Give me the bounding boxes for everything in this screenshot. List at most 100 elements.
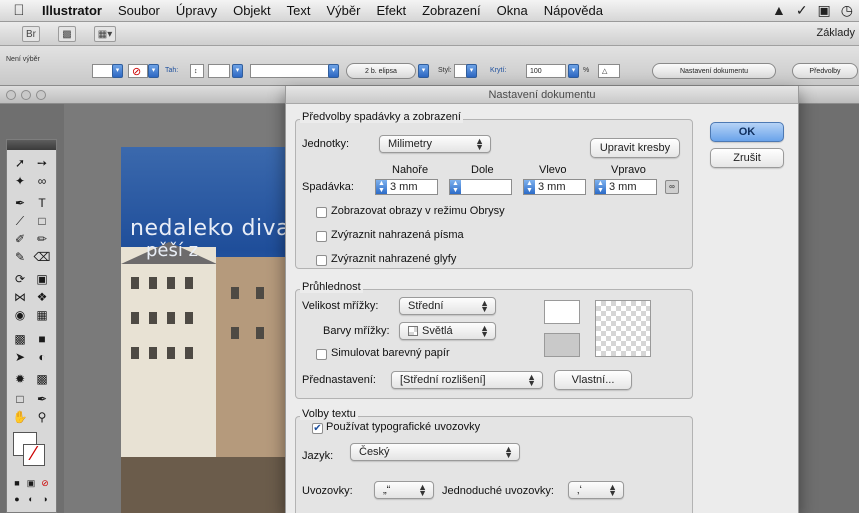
magic-wand-tool-icon[interactable]: ✦ [10, 172, 30, 190]
brush-definition[interactable]: 2 b. elipsa [346, 63, 416, 79]
bridge-icon[interactable]: Br [22, 26, 40, 42]
artboard-text-line2[interactable]: pěší z [146, 240, 198, 261]
stroke-weight-stepper[interactable]: ↕ [190, 64, 204, 78]
grid-size-select[interactable]: Střední ▲ ▼ [399, 297, 496, 315]
time-machine-icon[interactable]: ◷ [841, 2, 853, 19]
lasso-tool-icon[interactable]: ∞ [32, 172, 52, 190]
eyedropper-tool-icon[interactable]: ➤ [10, 348, 30, 366]
variable-width-dropdown-icon[interactable]: ▾ [328, 64, 339, 78]
grid-color-light-swatch[interactable] [544, 300, 580, 324]
blend-tool-icon[interactable]: ◐ [32, 348, 52, 366]
slice-tool-icon[interactable]: ✒ [32, 390, 52, 408]
menu-vyber[interactable]: Výběr [319, 3, 369, 18]
gradient-tool-icon[interactable]: ■ [32, 330, 52, 348]
outline-images-checkbox[interactable] [316, 207, 327, 218]
mesh-tool-icon[interactable]: ▩ [10, 330, 30, 348]
workspace-switcher[interactable]: Základy [816, 27, 855, 39]
stroke-color-swatch[interactable]: ⁄ [23, 444, 45, 466]
highlight-fonts-checkbox[interactable] [316, 231, 327, 242]
tools-panel-header[interactable] [7, 140, 56, 150]
stroke-none-icon[interactable]: ⊘ [128, 64, 148, 78]
menu-efekt[interactable]: Efekt [368, 3, 414, 18]
eraser-tool-icon[interactable]: ⌫ [32, 248, 52, 266]
artboard-image[interactable] [121, 147, 296, 513]
direct-selection-tool-icon[interactable]: ➙ [32, 154, 52, 172]
double-quotes-select[interactable]: „“ ▲ ▼ [374, 481, 434, 499]
close-window-icon[interactable] [6, 90, 16, 100]
shape-builder-tool-icon[interactable]: ◉ [10, 306, 30, 324]
scale-tool-icon[interactable]: ▣ [32, 270, 52, 288]
typographic-quotes-checkbox[interactable]: ✔ [312, 423, 323, 434]
menu-objekt[interactable]: Objekt [225, 3, 279, 18]
grid-colors-select[interactable]: Světlá ▲ ▼ [399, 322, 496, 340]
rotate-tool-icon[interactable]: ⟳ [10, 270, 30, 288]
display-icon[interactable]: ▣ [818, 2, 831, 19]
stroke-dropdown-icon[interactable]: ▾ [148, 64, 159, 78]
opacity-field[interactable]: 100 [526, 64, 566, 78]
highlight-glyphs-checkbox[interactable] [316, 255, 327, 266]
edit-artboards-button[interactable]: Upravit kresby [590, 138, 680, 158]
minimize-window-icon[interactable] [21, 90, 31, 100]
bleed-left-input[interactable]: ▲ ▼ 3 mm [523, 179, 586, 195]
pen-tool-icon[interactable]: ✒ [10, 194, 30, 212]
ok-button[interactable]: OK [710, 122, 784, 142]
menu-okna[interactable]: Okna [489, 3, 536, 18]
custom-preset-button[interactable]: Vlastní... [554, 370, 632, 390]
draw-behind-icon[interactable]: ◐ [24, 490, 38, 508]
blob-brush-tool-icon[interactable]: ✎ [10, 248, 30, 266]
window-shape [167, 347, 175, 359]
arrange-documents-icon[interactable]: ▦▾ [94, 26, 116, 42]
zoom-window-icon[interactable] [36, 90, 46, 100]
width-tool-icon[interactable]: ⋈ [10, 288, 30, 306]
hand-tool-icon[interactable]: ✋ [10, 408, 30, 426]
pencil-tool-icon[interactable]: ✏ [32, 230, 52, 248]
artboard-text-line1[interactable]: nedaleko diva [130, 216, 290, 241]
language-select[interactable]: Český ▲ ▼ [350, 443, 520, 461]
opacity-dropdown-icon[interactable]: ▾ [568, 64, 579, 78]
apple-icon[interactable]:  [4, 2, 34, 19]
units-select[interactable]: Milimetry ▲ ▼ [379, 135, 491, 153]
type-tool-icon[interactable]: T [32, 194, 52, 212]
draw-normal-icon[interactable]: ● [10, 490, 24, 508]
paintbrush-tool-icon[interactable]: ✐ [10, 230, 30, 248]
column-graph-tool-icon[interactable]: ▩ [32, 370, 52, 388]
symbol-sprayer-tool-icon[interactable]: ✹ [10, 370, 30, 388]
simulate-paper-checkbox[interactable] [316, 349, 327, 360]
variable-width-field[interactable] [250, 64, 330, 78]
single-quotes-select[interactable]: ‚‘ ▲ ▼ [568, 481, 624, 499]
stock-icon[interactable]: ▩ [58, 26, 76, 42]
stroke-weight-dropdown-icon[interactable]: ▾ [232, 64, 243, 78]
flattener-preset-select[interactable]: [Střední rozlišení] ▲ ▼ [391, 371, 543, 389]
style-dropdown-icon[interactable]: ▾ [466, 64, 477, 78]
bleed-bottom-input[interactable]: ▲ ▼ [449, 179, 512, 195]
menu-soubor[interactable]: Soubor [110, 3, 168, 18]
menu-upravy[interactable]: Úpravy [168, 3, 225, 18]
draw-inside-icon[interactable]: ◑ [38, 490, 52, 508]
perspective-grid-tool-icon[interactable]: ▦ [32, 306, 52, 324]
menu-napoveda[interactable]: Nápověda [536, 3, 611, 18]
document-setup-dialog: Nastavení dokumentu OK Zrušit Předvolby … [285, 86, 799, 513]
sync-icon[interactable]: ✓ [796, 2, 808, 19]
document-setup-button[interactable]: Nastavení dokumentu [652, 63, 776, 79]
cancel-button[interactable]: Zrušit [710, 148, 784, 168]
bleed-right-input[interactable]: ▲ ▼ 3 mm [594, 179, 657, 195]
selection-tool-icon[interactable]: ➚ [10, 154, 30, 172]
adobe-icon[interactable]: ▲ [772, 2, 786, 19]
stroke-weight-field[interactable] [208, 64, 230, 78]
menu-text[interactable]: Text [279, 3, 319, 18]
preferences-button[interactable]: Předvolby [792, 63, 858, 79]
bleed-top-input[interactable]: ▲ ▼ 3 mm [375, 179, 438, 195]
grid-color-dark-swatch[interactable] [544, 333, 580, 357]
line-tool-icon[interactable]: ⟋ [10, 212, 30, 230]
recolor-icon[interactable]: △ [598, 64, 620, 78]
menu-app-name[interactable]: Illustrator [34, 3, 110, 18]
fill-dropdown-icon[interactable]: ▾ [112, 64, 123, 78]
artboard-tool-icon[interactable]: □ [10, 390, 30, 408]
link-bleed-icon[interactable]: ∞ [665, 180, 679, 194]
zoom-tool-icon[interactable]: ⚲ [32, 408, 52, 426]
rectangle-tool-icon[interactable]: □ [32, 212, 52, 230]
highlight-glyphs-label: Zvýraznit nahrazené glyfy [331, 253, 457, 265]
brush-dropdown-icon[interactable]: ▾ [418, 64, 429, 78]
free-transform-tool-icon[interactable]: ❖ [32, 288, 52, 306]
menu-zobrazeni[interactable]: Zobrazení [414, 3, 489, 18]
